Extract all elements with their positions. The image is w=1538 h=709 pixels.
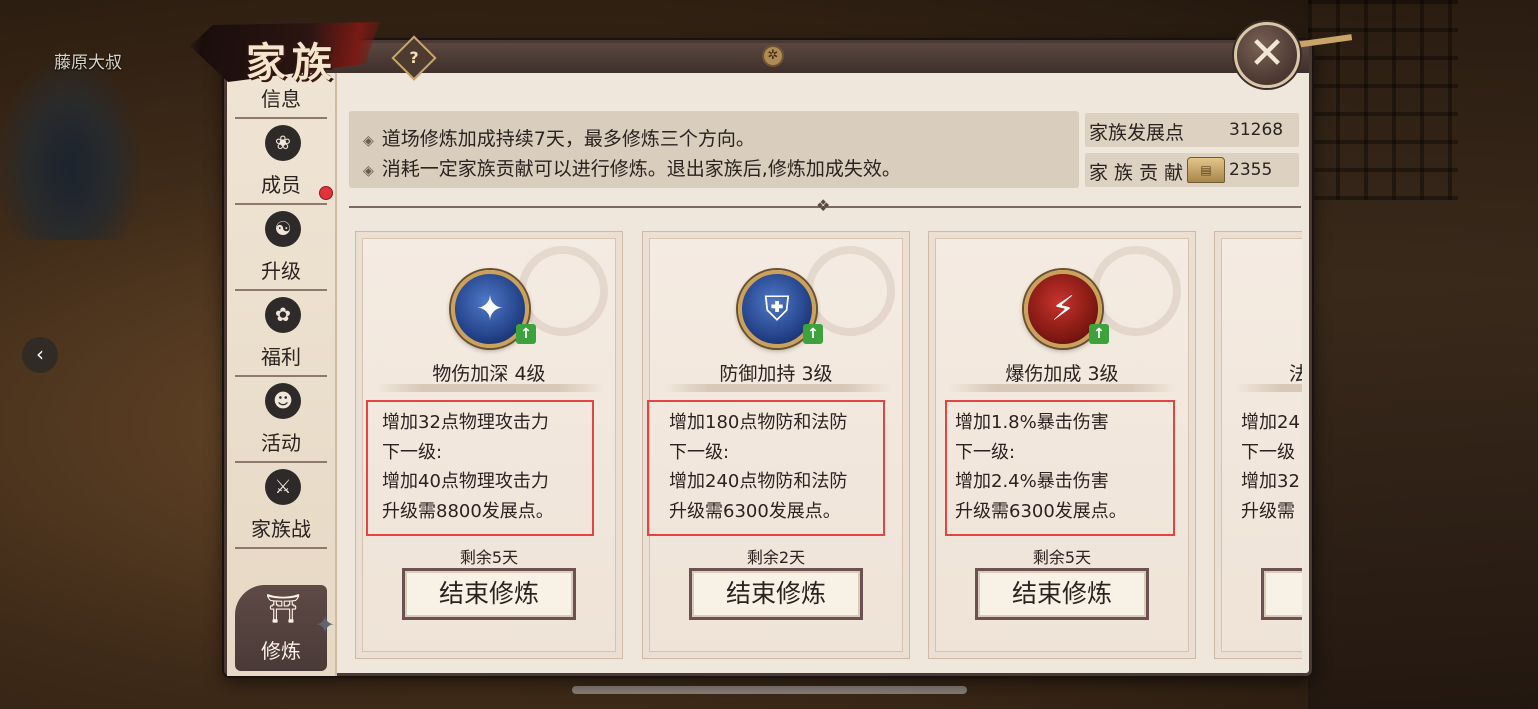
divider-ornament-icon: ❖ bbox=[816, 196, 831, 215]
dev-points-box: 家族发展点 31268 bbox=[1085, 113, 1299, 147]
dev-points-value: 31268 bbox=[1229, 120, 1284, 140]
desc-line: 增加2.4%暴击伤害 bbox=[955, 471, 1109, 492]
end-cultivation-button[interactable]: 结束修炼 bbox=[402, 568, 576, 620]
card-decoration bbox=[1091, 246, 1181, 336]
desc-line: 升级需8800发展点。 bbox=[382, 500, 554, 522]
desc-line: 升级需6300发展点。 bbox=[955, 500, 1127, 522]
sidebar-item-label: 活动 bbox=[261, 431, 301, 455]
welfare-icon: ✿ bbox=[265, 297, 301, 333]
end-cultivation-button[interactable]: 修 bbox=[1261, 568, 1302, 620]
card-decoration bbox=[805, 246, 895, 336]
diamond-bullet-icon: ◈ bbox=[363, 163, 374, 179]
desc-line: 增加24 bbox=[1241, 412, 1300, 433]
help-icon: ? bbox=[409, 48, 419, 67]
home-indicator bbox=[572, 686, 967, 694]
info-line-2-text: 消耗一定家族贡献可以进行修炼。退出家族后,修炼加成失效。 bbox=[381, 158, 901, 180]
dev-points-label: 家族发展点 bbox=[1089, 122, 1185, 144]
sidebar-item-family-war[interactable]: ⚔ 家族战 bbox=[235, 463, 327, 549]
name-underline bbox=[663, 384, 891, 392]
family-war-icon: ⚔ bbox=[265, 469, 301, 505]
sidebar-item-label: 成员 bbox=[261, 173, 301, 197]
desc-line: 增加40点物理攻击力 bbox=[382, 471, 549, 492]
desc-line: 下一级 bbox=[1241, 441, 1295, 463]
name-underline bbox=[376, 384, 604, 392]
skill-name: 爆伤加成 3级 bbox=[1005, 363, 1119, 385]
close-button[interactable]: ✕ bbox=[1234, 22, 1300, 88]
sidebar-item-label: 家族战 bbox=[251, 517, 311, 541]
skill-description: 增加180点物防和法防 下一级: 增加240点物防和法防 升级需6300发展点。 bbox=[669, 408, 899, 526]
upgrade-arrow-icon: ↑ bbox=[1089, 324, 1109, 344]
contribution-coin-icon: ▤ bbox=[1187, 157, 1225, 183]
activity-icon: ☻ bbox=[265, 383, 301, 419]
desc-line: 升级需6300发展点。 bbox=[669, 500, 841, 522]
title-banner: 家族 bbox=[190, 16, 380, 86]
contribution-label: 家 族 贡 献 bbox=[1089, 162, 1184, 184]
contribution-box: 家 族 贡 献 ▤ 2355 bbox=[1085, 153, 1299, 187]
sidebar-item-label: 福利 bbox=[261, 345, 301, 369]
sidebar-item-activity[interactable]: ☻ 活动 bbox=[235, 377, 327, 463]
members-icon: ❀ bbox=[265, 125, 301, 161]
cultivation-cards[interactable]: ✦ ↑ 物伤加深 4级 增加32点物理攻击力 下一级: 增加40点物理攻击力 升… bbox=[347, 231, 1302, 661]
diamond-bullet-icon: ◈ bbox=[363, 133, 374, 149]
back-arrow-button[interactable]: ‹ bbox=[22, 337, 58, 373]
background-horse bbox=[0, 60, 140, 240]
remaining-days: 剩余5天 bbox=[1032, 548, 1092, 567]
family-panel: ✲ ✉ 信息 ❀ 成员 ☯ 升级 ✿ 福利 ☻ 活动 ⚔ 家族战 ⛩ 修炼 bbox=[224, 40, 1312, 676]
name-underline bbox=[1235, 384, 1302, 392]
desc-line: 下一级: bbox=[382, 441, 443, 463]
upgrade-arrow-icon: ↑ bbox=[803, 324, 823, 344]
cultivation-card: 法 增加24 下一级 增加32 升级需 修 bbox=[1214, 231, 1302, 659]
desc-line: 增加240点物防和法防 bbox=[669, 471, 848, 492]
card-decoration bbox=[518, 246, 608, 336]
name-underline bbox=[949, 384, 1177, 392]
cultivation-icon: ⛩ bbox=[265, 592, 301, 625]
cultivation-card: ✦ ↑ 物伤加深 4级 增加32点物理攻击力 下一级: 增加40点物理攻击力 升… bbox=[355, 231, 623, 659]
desc-line: 增加32点物理攻击力 bbox=[382, 412, 549, 433]
desc-line: 升级需 bbox=[1241, 500, 1295, 522]
sidebar-item-label: 修炼 bbox=[261, 639, 301, 663]
sidebar-item-upgrade[interactable]: ☯ 升级 bbox=[235, 205, 327, 291]
info-line-1: ◈ 道场修炼加成持续7天，最多修炼三个方向。 bbox=[363, 124, 755, 151]
background-lattice bbox=[1308, 0, 1458, 200]
sidebar: ✉ 信息 ❀ 成员 ☯ 升级 ✿ 福利 ☻ 活动 ⚔ 家族战 ⛩ 修炼 bbox=[227, 73, 337, 676]
ornament-icon: ✲ bbox=[762, 45, 784, 67]
skill-name: 物伤加深 4级 bbox=[432, 363, 546, 385]
notification-dot bbox=[319, 186, 333, 200]
end-cultivation-button[interactable]: 结束修炼 bbox=[975, 568, 1149, 620]
desc-line: 增加1.8%暴击伤害 bbox=[955, 412, 1109, 433]
skill-description: 增加24 下一级 增加32 升级需 bbox=[1241, 408, 1302, 526]
desc-line: 增加32 bbox=[1241, 471, 1300, 492]
sidebar-item-cultivation[interactable]: ⛩ 修炼 bbox=[235, 585, 327, 671]
desc-line: 下一级: bbox=[669, 441, 730, 463]
skill-name: 防御加持 3级 bbox=[719, 363, 833, 385]
contribution-value: 2355 bbox=[1229, 160, 1273, 180]
skill-description: 增加1.8%暴击伤害 下一级: 增加2.4%暴击伤害 升级需6300发展点。 bbox=[955, 408, 1185, 526]
cultivation-card: ⚡ ↑ 爆伤加成 3级 增加1.8%暴击伤害 下一级: 增加2.4%暴击伤害 升… bbox=[928, 231, 1196, 659]
shuriken-icon: ✦ bbox=[315, 611, 336, 639]
skill-name: 法 bbox=[1289, 363, 1302, 385]
page-title: 家族 bbox=[246, 39, 338, 86]
upgrade-icon: ☯ bbox=[265, 211, 301, 247]
info-line-2: ◈ 消耗一定家族贡献可以进行修炼。退出家族后,修炼加成失效。 bbox=[363, 154, 901, 181]
sidebar-item-members[interactable]: ❀ 成员 bbox=[235, 119, 327, 205]
cultivation-card: ⛨ ↑ 防御加持 3级 增加180点物防和法防 下一级: 增加240点物防和法防… bbox=[642, 231, 910, 659]
desc-line: 增加180点物防和法防 bbox=[669, 412, 848, 433]
sidebar-item-welfare[interactable]: ✿ 福利 bbox=[235, 291, 327, 377]
remaining-days: 剩余2天 bbox=[746, 548, 806, 567]
sidebar-item-label: 升级 bbox=[261, 259, 301, 283]
info-box: ◈ 道场修炼加成持续7天，最多修炼三个方向。 ◈ 消耗一定家族贡献可以进行修炼。退出… bbox=[349, 111, 1079, 188]
upgrade-arrow-icon: ↑ bbox=[516, 324, 536, 344]
remaining-days: 剩余5天 bbox=[459, 548, 519, 567]
desc-line: 下一级: bbox=[955, 441, 1016, 463]
end-cultivation-button[interactable]: 结束修炼 bbox=[689, 568, 863, 620]
skill-description: 增加32点物理攻击力 下一级: 增加40点物理攻击力 升级需8800发展点。 bbox=[382, 408, 612, 526]
npc-name[interactable]: 藤原大叔 bbox=[54, 48, 122, 73]
panel-topbar: ✲ bbox=[227, 43, 1309, 73]
info-line-1-text: 道场修炼加成持续7天，最多修炼三个方向。 bbox=[381, 128, 755, 150]
